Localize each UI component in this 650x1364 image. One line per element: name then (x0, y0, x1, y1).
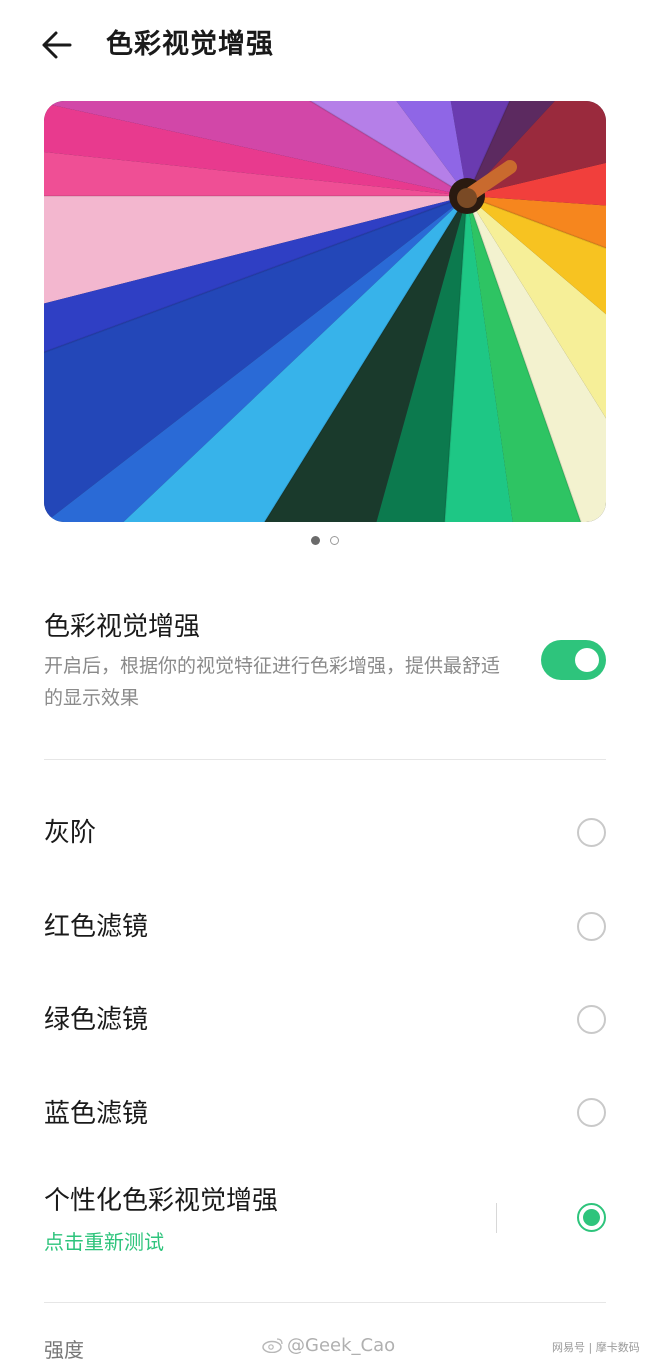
option-label: 灰阶 (44, 818, 97, 848)
option-label: 个性化色彩视觉增强 (44, 1186, 279, 1216)
carousel-dot-1[interactable] (311, 536, 320, 545)
radio-green-filter[interactable] (577, 1005, 606, 1034)
color-enhance-description: 开启后，根据你的视觉特征进行色彩增强，提供最舒适的显示效果 (44, 655, 501, 709)
toggle-knob (575, 648, 599, 672)
option-label: 绿色滤镜 (44, 1005, 149, 1035)
back-button[interactable] (36, 26, 78, 64)
radio-red-filter[interactable] (577, 912, 606, 941)
option-grayscale[interactable]: 灰阶 (0, 788, 650, 878)
watermark: @Geek_Cao (262, 1334, 395, 1358)
divider (44, 759, 606, 760)
weibo-icon (262, 1338, 283, 1353)
option-label: 蓝色滤镜 (44, 1099, 149, 1129)
header: 色彩视觉增强 (0, 0, 650, 90)
carousel-dot-2[interactable] (330, 536, 339, 545)
radio-blue-filter[interactable] (577, 1098, 606, 1127)
color-enhance-toggle[interactable] (541, 640, 606, 680)
option-green-filter[interactable]: 绿色滤镜 (0, 976, 650, 1066)
radio-dot (583, 1209, 600, 1226)
strength-label: 强度 (44, 1338, 84, 1362)
vertical-separator (496, 1203, 497, 1233)
page-title: 色彩视觉增强 (106, 29, 274, 60)
footer-brand: 网易号 | 摩卡数码 (552, 1341, 640, 1354)
option-red-filter[interactable]: 红色滤镜 (0, 882, 650, 972)
radio-personalized[interactable] (577, 1203, 606, 1232)
radio-grayscale[interactable] (577, 818, 606, 847)
arrow-left-icon (42, 31, 72, 59)
divider (44, 1302, 606, 1303)
color-enhance-title: 色彩视觉增强 (44, 612, 201, 642)
watermark-text: @Geek_Cao (287, 1335, 396, 1356)
carousel-indicator (0, 536, 650, 548)
option-label: 红色滤镜 (44, 912, 149, 942)
option-blue-filter[interactable]: 蓝色滤镜 (0, 1070, 650, 1160)
retest-link[interactable]: 点击重新测试 (44, 1228, 164, 1256)
preview-image-umbrella[interactable] (44, 101, 606, 522)
